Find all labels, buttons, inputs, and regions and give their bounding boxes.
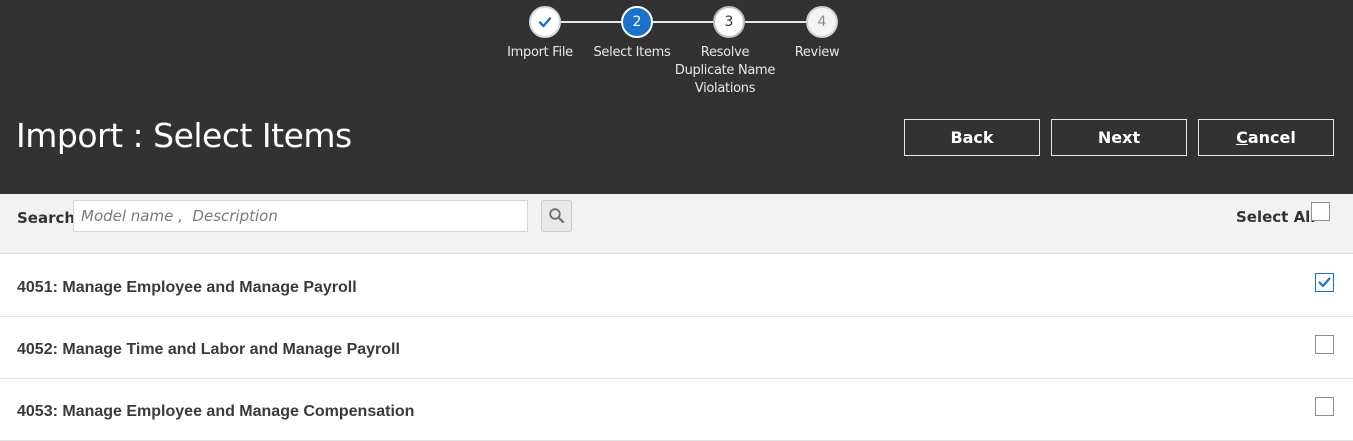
list-item: 4051: Manage Employee and Manage Payroll	[0, 255, 1353, 317]
checkmark-icon	[1318, 277, 1331, 288]
select-all-checkbox[interactable]	[1311, 202, 1330, 221]
list-item-label: 4053: Manage Employee and Manage Compens…	[17, 403, 415, 420]
back-button[interactable]: Back	[904, 119, 1040, 156]
list-item-label: 4052: Manage Time and Labor and Manage P…	[17, 341, 400, 358]
cancel-accesskey: C	[1236, 128, 1248, 147]
next-button[interactable]: Next	[1051, 119, 1187, 156]
search-button[interactable]	[541, 200, 572, 232]
search-input[interactable]	[73, 200, 528, 232]
select-all-label: Select All	[1236, 208, 1316, 226]
train-connector	[560, 21, 622, 23]
list-item: 4052: Manage Time and Labor and Manage P…	[0, 317, 1353, 379]
list-item-checkbox[interactable]	[1315, 273, 1334, 292]
list-item-checkbox[interactable]	[1315, 335, 1334, 354]
page-title: Import : Select Items	[16, 116, 352, 155]
list-item: 4053: Manage Employee and Manage Compens…	[0, 379, 1353, 441]
step-3-marker[interactable]: 3	[713, 6, 745, 38]
search-label: Search	[17, 209, 76, 227]
cancel-button[interactable]: Cancel	[1198, 119, 1334, 156]
search-icon	[548, 208, 564, 224]
page-header: 2 3 4 Import File Select Items Resolve D…	[0, 0, 1353, 194]
list-item-label: 4051: Manage Employee and Manage Payroll	[17, 279, 357, 296]
step-1-checkmark-icon[interactable]	[529, 6, 561, 38]
step-4-label: Review	[794, 45, 840, 60]
list-item-checkbox[interactable]	[1315, 397, 1334, 416]
step-4-marker[interactable]: 4	[806, 6, 838, 38]
cancel-button-label: ancel	[1247, 128, 1296, 147]
train-connector	[652, 21, 714, 23]
step-2-marker[interactable]: 2	[621, 6, 653, 38]
train-connector	[745, 21, 807, 23]
step-train: 2 3 4 Import File Select Items Resolve D…	[0, 0, 1353, 100]
search-bar: Search Select All	[0, 194, 1353, 254]
